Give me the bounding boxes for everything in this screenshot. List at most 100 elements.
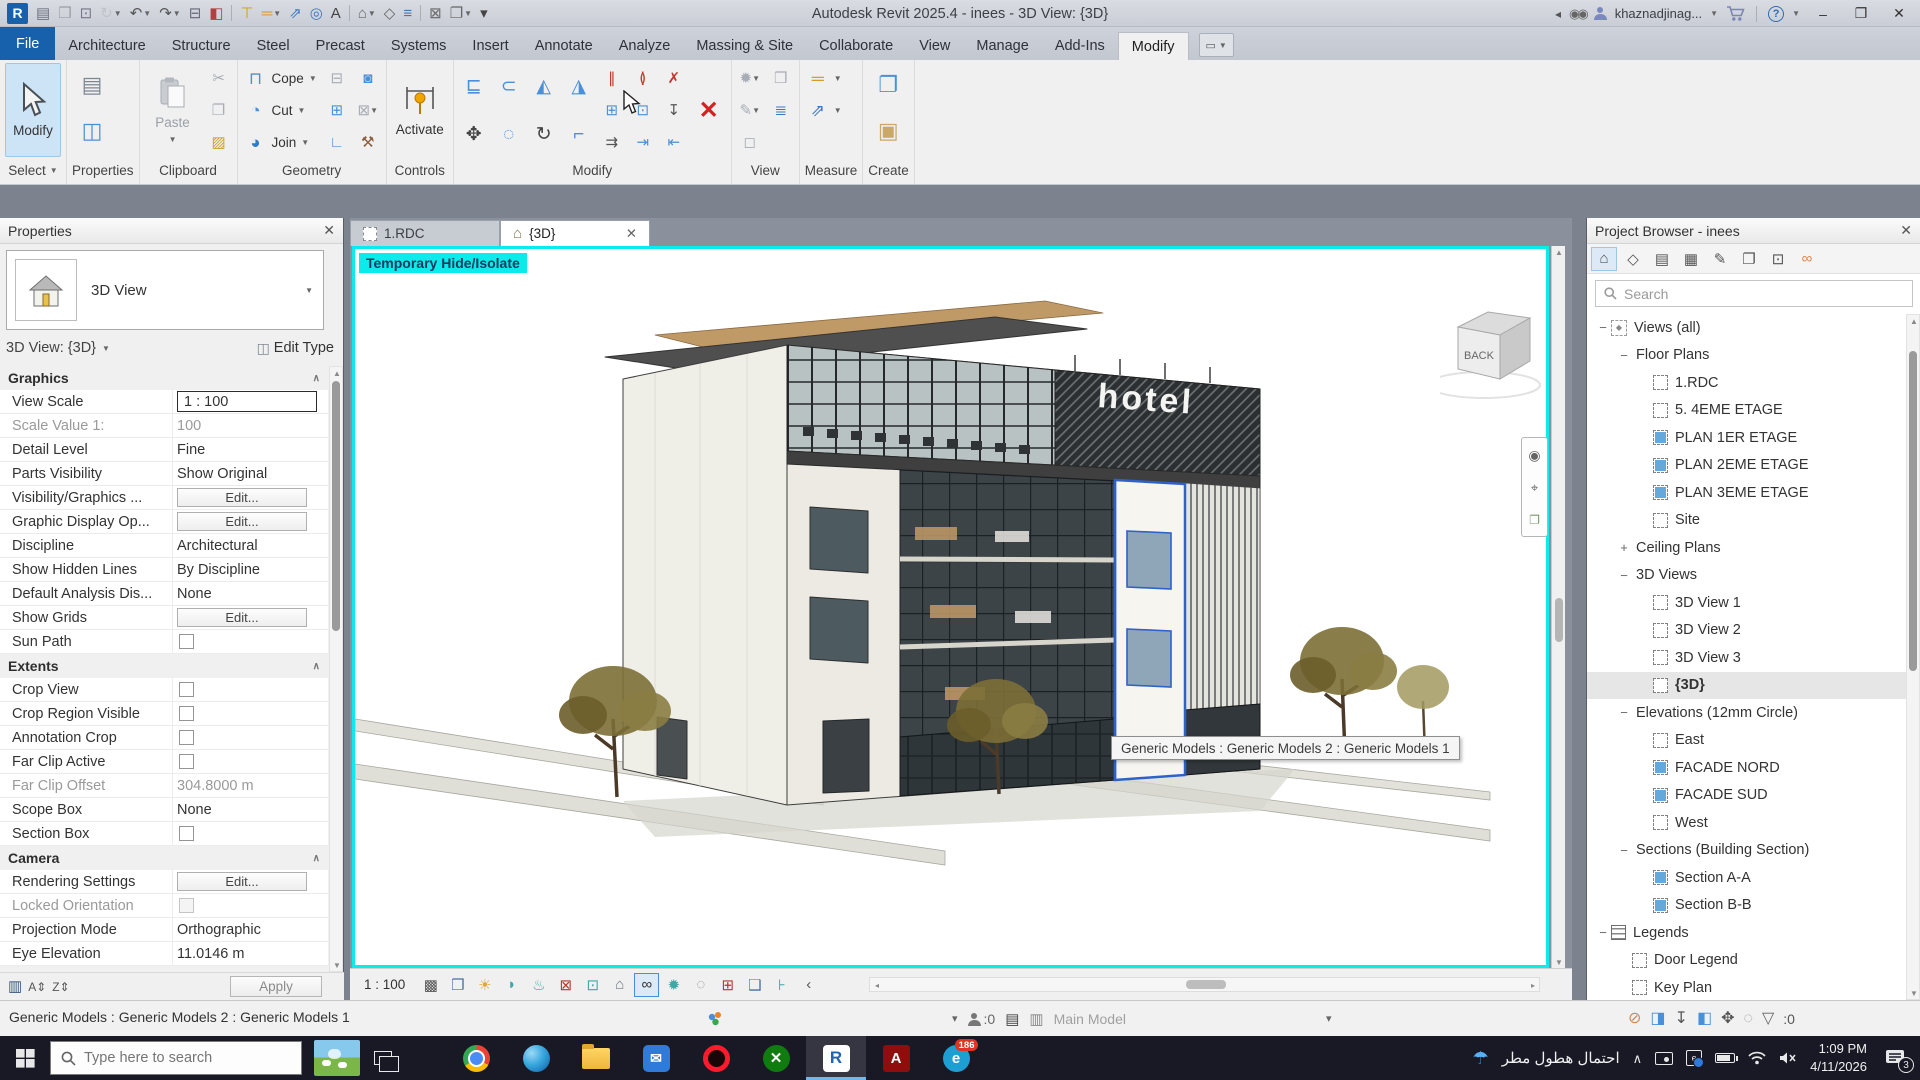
dropdown-chevron-icon[interactable]: ▼ bbox=[273, 9, 281, 18]
model-canvas[interactable]: hotel bbox=[352, 246, 1549, 968]
select-underlay-icon[interactable]: ◧ bbox=[1697, 1011, 1712, 1027]
edit-button[interactable]: Edit... bbox=[177, 488, 307, 507]
ribbon-tab-analyze[interactable]: Analyze bbox=[606, 32, 684, 60]
trim-extend-corner-button[interactable]: ⌐ bbox=[564, 111, 594, 157]
wall-joins-button[interactable]: ∟ bbox=[324, 127, 350, 157]
pin-select-icon[interactable]: ↧ bbox=[1675, 1011, 1688, 1027]
tag-by-category-icon[interactable]: ◎ bbox=[307, 2, 326, 24]
editable-only-icon[interactable] bbox=[968, 1013, 981, 1026]
property-value-text[interactable]: None bbox=[177, 802, 212, 818]
em-client-taskbar-button[interactable]: e186 bbox=[926, 1036, 986, 1080]
browser-sheets-icon[interactable]: ✎ bbox=[1707, 247, 1733, 271]
help-icon[interactable]: ? bbox=[1768, 6, 1784, 22]
mirror-pick-axis-button[interactable]: ◭ bbox=[529, 63, 559, 109]
create-group-button[interactable]: ▣ bbox=[868, 109, 908, 153]
section-header-camera[interactable]: Camera∧ bbox=[0, 846, 328, 870]
news-interests-widget[interactable] bbox=[314, 1040, 360, 1076]
tree-item-3d-view-1[interactable]: 3D View 1 bbox=[1587, 589, 1907, 617]
tree-item-floor-plans[interactable]: −Floor Plans bbox=[1587, 342, 1907, 370]
exclude-options-icon[interactable]: ◨ bbox=[1650, 1011, 1665, 1027]
temporary-view-properties-icon[interactable]: ◌ bbox=[688, 973, 713, 997]
instance-chevron-icon[interactable]: ▼ bbox=[102, 344, 110, 353]
worksharing-icon[interactable] bbox=[706, 1011, 724, 1027]
tray-expand-icon[interactable]: ∧ bbox=[1633, 1052, 1643, 1065]
user-menu-chevron-icon[interactable]: ▼ bbox=[1710, 9, 1718, 18]
undo-icon[interactable]: ↶▼ bbox=[127, 2, 155, 24]
drag-elements-icon[interactable]: ✥ bbox=[1721, 1011, 1734, 1027]
manage-links-icon[interactable]: ⊘ bbox=[1628, 1011, 1641, 1027]
minimize-button[interactable]: – bbox=[1808, 3, 1838, 25]
tree-expander-icon[interactable]: + bbox=[1616, 540, 1632, 555]
analytical-adjust-button[interactable]: ◻ bbox=[737, 127, 763, 157]
ribbon-tab-systems[interactable]: Systems bbox=[378, 32, 460, 60]
offset-geometry-button[interactable]: ⊠▼ bbox=[355, 95, 381, 125]
panel-display-toggle[interactable]: ▭▼ bbox=[1199, 33, 1234, 57]
tree-item-east[interactable]: East bbox=[1587, 727, 1907, 755]
trim-extend-multiple-button[interactable]: ⇤ bbox=[661, 127, 687, 157]
tree-expander-icon[interactable]: − bbox=[1595, 925, 1611, 940]
notification-center[interactable]: 3 bbox=[1880, 1043, 1910, 1073]
dropdown-chevron-icon[interactable]: ▼ bbox=[114, 9, 122, 18]
split-element-button[interactable]: ∥ bbox=[599, 63, 625, 93]
checkbox[interactable] bbox=[179, 826, 194, 841]
insert-view-icon[interactable]: ◧ bbox=[206, 2, 226, 24]
3d-model-view[interactable]: hotel bbox=[355, 249, 1546, 965]
ribbon-tab-structure[interactable]: Structure bbox=[159, 32, 244, 60]
property-value-text[interactable]: Orthographic bbox=[177, 922, 261, 938]
dropdown-chevron-icon[interactable]: ▼ bbox=[309, 74, 317, 83]
lock-3d-view-icon[interactable]: ⌂ bbox=[607, 973, 632, 997]
measure-tool-button[interactable]: ═▼ bbox=[805, 63, 844, 93]
panel-label-geometry[interactable]: Geometry bbox=[243, 159, 381, 181]
worksets-chevron-icon[interactable]: ▾ bbox=[952, 1014, 958, 1025]
unpin-button[interactable]: ✗ bbox=[661, 63, 687, 93]
panel-label-create[interactable]: Create bbox=[868, 159, 909, 181]
canvas-horizontal-scrollbar[interactable]: ◂ ▸ bbox=[869, 977, 1540, 992]
ribbon-tab-modify[interactable]: Modify bbox=[1118, 32, 1189, 60]
view-tab-close-icon[interactable]: ✕ bbox=[626, 226, 637, 242]
tree-item-facade-sud[interactable]: FACADE SUD bbox=[1587, 782, 1907, 810]
type-selector[interactable]: 3D View ▼ bbox=[6, 250, 324, 330]
tree-expander-icon[interactable]: − bbox=[1616, 568, 1632, 583]
xbox-taskbar-button[interactable]: ✕ bbox=[746, 1036, 806, 1080]
tree-item-ceiling-plans[interactable]: +Ceiling Plans bbox=[1587, 534, 1907, 562]
cut-profile-button[interactable]: ◙ bbox=[355, 63, 381, 93]
measure-icon[interactable]: ═▼ bbox=[259, 2, 285, 24]
tree-item-plan-1er-etage[interactable]: PLAN 1ER ETAGE bbox=[1587, 424, 1907, 452]
save-file-icon[interactable]: ⊡ bbox=[77, 2, 96, 24]
tree-item-door-legend[interactable]: Door Legend bbox=[1587, 947, 1907, 975]
start-button[interactable] bbox=[0, 1036, 50, 1080]
browser-home-icon[interactable]: ⌂ bbox=[1591, 247, 1617, 271]
design-option-value[interactable]: Main Model bbox=[1054, 1011, 1126, 1027]
edit-type-button[interactable]: ◫ Edit Type bbox=[257, 340, 334, 356]
checkbox[interactable] bbox=[179, 898, 194, 913]
taskbar-search-input[interactable] bbox=[84, 1050, 274, 1066]
properties-close-icon[interactable]: ✕ bbox=[323, 222, 335, 239]
infocenter-collapse-icon[interactable]: ◂ bbox=[1555, 8, 1561, 20]
tree-expander-icon[interactable]: − bbox=[1616, 843, 1632, 858]
checkbox[interactable] bbox=[179, 634, 194, 649]
property-value-text[interactable]: 11.0146 m bbox=[177, 946, 244, 962]
dropdown-chevron-icon[interactable]: ▼ bbox=[368, 9, 376, 18]
close-button[interactable]: ✕ bbox=[1884, 3, 1914, 25]
sheet-list-icon[interactable]: ❐ bbox=[1529, 514, 1540, 526]
ribbon-tab-file[interactable]: File bbox=[0, 27, 55, 60]
ribbon-tab-insert[interactable]: Insert bbox=[459, 32, 521, 60]
mail-taskbar-button[interactable]: ✉ bbox=[626, 1036, 686, 1080]
panel-label-clipboard[interactable]: Clipboard bbox=[145, 159, 232, 181]
dropdown-chevron-icon[interactable]: ▼ bbox=[464, 9, 472, 18]
file-explorer-taskbar-button[interactable] bbox=[566, 1036, 626, 1080]
delete-button[interactable]: ✕ bbox=[692, 64, 726, 158]
browser-legends-icon[interactable]: ▤ bbox=[1649, 247, 1675, 271]
reveal-hidden-elements-icon[interactable]: ✹ bbox=[661, 973, 686, 997]
panel-label-properties[interactable]: Properties bbox=[72, 159, 134, 181]
dropdown-chevron-icon[interactable]: ▼ bbox=[834, 106, 842, 115]
ribbon-tab-steel[interactable]: Steel bbox=[244, 32, 303, 60]
tree-item-section-a-a[interactable]: Section A-A bbox=[1587, 864, 1907, 892]
dropdown-chevron-icon[interactable]: ▼ bbox=[370, 106, 378, 115]
opera-taskbar-button[interactable] bbox=[686, 1036, 746, 1080]
demolish-button[interactable]: ⚒ bbox=[355, 127, 381, 157]
crop-region-icon[interactable]: ⊡ bbox=[580, 973, 605, 997]
tree-item-3d-views[interactable]: −3D Views bbox=[1587, 562, 1907, 590]
section-collapse-icon[interactable]: ∧ bbox=[313, 661, 320, 672]
view-tab-1RDC[interactable]: 1.RDC bbox=[350, 220, 500, 246]
